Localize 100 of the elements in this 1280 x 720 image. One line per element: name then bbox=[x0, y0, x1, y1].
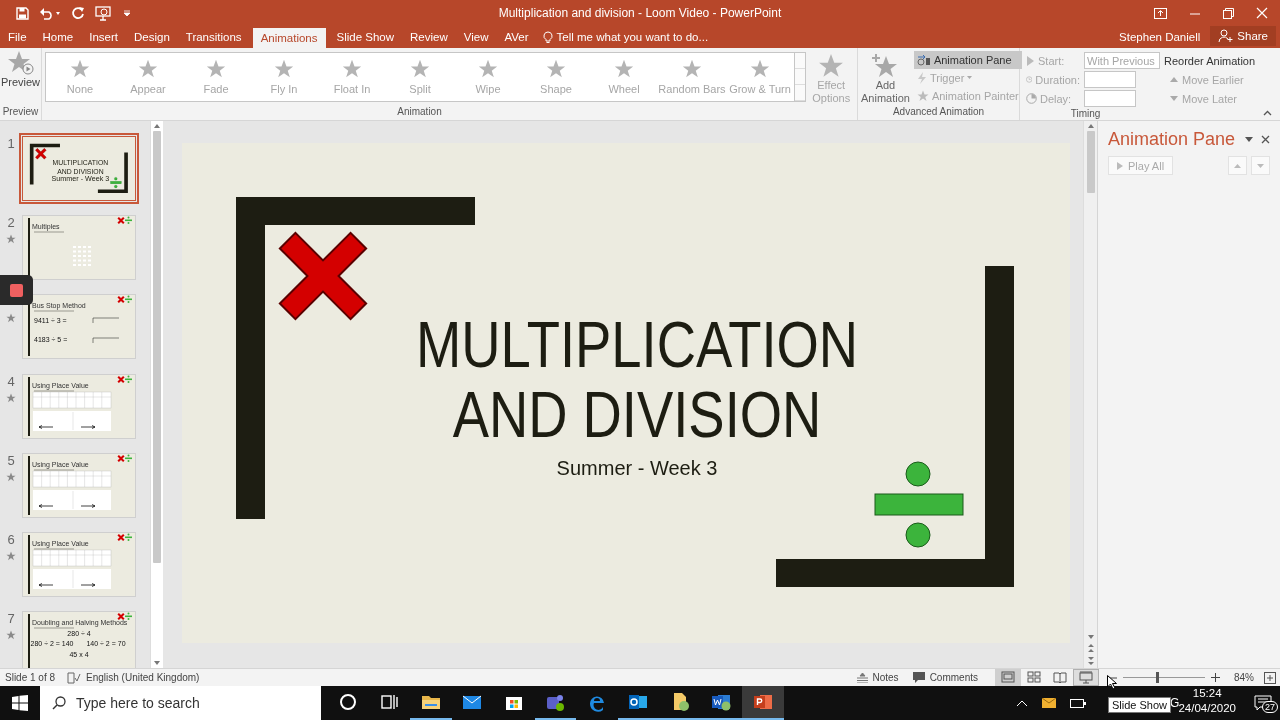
comments-button[interactable]: Comments bbox=[912, 672, 978, 683]
delay-field[interactable] bbox=[1084, 90, 1136, 107]
teams-icon bbox=[545, 692, 566, 712]
undo-icon[interactable] bbox=[39, 6, 61, 20]
user-name[interactable]: Stephen Daniell bbox=[1119, 26, 1211, 48]
bullet-line bbox=[34, 627, 74, 629]
cross-icon bbox=[117, 613, 125, 621]
cross-icon bbox=[117, 454, 125, 462]
slide-number: 6 bbox=[7, 531, 15, 547]
zoom-level[interactable]: 84% bbox=[1234, 672, 1254, 683]
star-icon bbox=[6, 392, 16, 403]
outlook-icon bbox=[628, 692, 649, 712]
up-triangle-icon bbox=[1234, 163, 1241, 168]
spellcheck-icon[interactable] bbox=[67, 671, 82, 684]
person-add-icon bbox=[1218, 29, 1234, 43]
fit-to-window-icon[interactable] bbox=[1264, 671, 1276, 684]
ribbon-tab[interactable]: Animations bbox=[252, 28, 326, 48]
collapse-ribbon-icon[interactable] bbox=[1263, 110, 1272, 116]
scroll-thumb[interactable] bbox=[153, 131, 161, 563]
slide-subtitle: Summer - Week 3 bbox=[556, 457, 718, 479]
pane-icon bbox=[916, 54, 931, 66]
slideshow-view-icon bbox=[1079, 671, 1093, 684]
cross-icon bbox=[35, 148, 47, 160]
battery-icon[interactable] bbox=[1070, 698, 1087, 708]
bullet-line bbox=[34, 310, 74, 312]
mail-icon[interactable] bbox=[1042, 698, 1057, 708]
gallery-scrollbar[interactable] bbox=[795, 52, 807, 102]
delay-label: Delay: bbox=[1026, 92, 1080, 105]
lightning-icon bbox=[916, 72, 927, 84]
customize-caret-icon[interactable] bbox=[123, 9, 131, 17]
ribbon-tab[interactable]: Home bbox=[34, 26, 82, 48]
scrollbar[interactable] bbox=[1083, 121, 1097, 668]
timer-icon bbox=[1026, 93, 1037, 104]
date: 24/04/2020 bbox=[1178, 702, 1236, 716]
presentation-icon[interactable] bbox=[95, 5, 113, 21]
window-title: Multiplication and division - Loom Video - PowerPoint bbox=[498, 6, 782, 20]
notes-button[interactable]: Notes bbox=[856, 672, 899, 683]
clock[interactable]: 15:24 24/04/2020 bbox=[1178, 686, 1236, 720]
ribbon-display-icon[interactable] bbox=[1154, 7, 1167, 19]
repeat-icon[interactable] bbox=[71, 6, 85, 20]
ribbon-tab[interactable]: Insert bbox=[81, 26, 126, 48]
slider-thumb[interactable] bbox=[1156, 672, 1160, 683]
divide-icon bbox=[125, 533, 132, 542]
windows-icon bbox=[12, 695, 28, 711]
slide-title: AND DIVISION bbox=[452, 378, 822, 451]
ribbon-tab[interactable]: File bbox=[0, 26, 35, 48]
star-icon bbox=[682, 59, 702, 79]
star-icon bbox=[70, 59, 90, 79]
tell-me-field[interactable]: Tell me what you want to do... bbox=[542, 26, 709, 48]
search-field[interactable]: Type here to search bbox=[40, 686, 321, 720]
slide-number: 7 bbox=[7, 611, 15, 627]
ribbon-tab[interactable]: Transitions bbox=[177, 26, 250, 48]
chevron-up-icon[interactable] bbox=[1016, 699, 1029, 707]
accent-bar bbox=[28, 534, 30, 594]
cross-icon bbox=[117, 217, 125, 225]
add-animation-button[interactable]: Add Animation bbox=[861, 51, 910, 105]
tooltip: Slide Show bbox=[1108, 697, 1172, 713]
ribbon-tab[interactable]: Design bbox=[126, 26, 178, 48]
scrollbar[interactable] bbox=[150, 121, 163, 668]
accent-bar bbox=[28, 218, 30, 278]
view-button[interactable] bbox=[1073, 669, 1099, 686]
star-icon bbox=[6, 471, 16, 482]
star-icon bbox=[818, 53, 845, 79]
cross-icon bbox=[117, 533, 125, 541]
star-icon bbox=[410, 59, 430, 79]
language-indicator[interactable]: English (United Kingdom) bbox=[86, 672, 200, 683]
notification-button[interactable]: 27 bbox=[1254, 686, 1280, 720]
share-button[interactable]: Share bbox=[1210, 26, 1276, 46]
previous-slide-icon[interactable] bbox=[1086, 642, 1095, 654]
star-icon bbox=[6, 313, 16, 324]
star-icon bbox=[6, 550, 16, 561]
input-language-indicator[interactable]: G bbox=[1170, 696, 1180, 710]
pane-options-icon[interactable] bbox=[1245, 137, 1253, 142]
word-icon bbox=[711, 692, 732, 712]
close-icon[interactable] bbox=[1261, 135, 1270, 144]
animation-pane-button[interactable]: Animation Pane bbox=[913, 51, 1022, 69]
accent-bar bbox=[28, 376, 30, 436]
slide-counter: Slide 1 of 8 bbox=[4, 672, 56, 683]
ribbon-tab[interactable]: AVer bbox=[496, 26, 537, 48]
star-icon bbox=[342, 59, 362, 79]
restore-icon[interactable] bbox=[1223, 7, 1234, 19]
preview-button[interactable]: Preview bbox=[0, 48, 41, 89]
accent-bar bbox=[28, 614, 30, 668]
notes-icon bbox=[856, 672, 868, 683]
lightbulb-icon bbox=[542, 30, 553, 44]
scroll-thumb[interactable] bbox=[1086, 131, 1095, 193]
star-icon bbox=[478, 59, 498, 79]
ribbon-tab[interactable]: Review bbox=[402, 26, 456, 48]
save-icon[interactable] bbox=[16, 6, 29, 20]
star-icon bbox=[916, 90, 929, 102]
next-slide-icon[interactable] bbox=[1086, 654, 1095, 668]
duration-field[interactable] bbox=[1084, 71, 1136, 88]
group-label: Advanced Animation bbox=[891, 106, 986, 119]
play-icon bbox=[1026, 55, 1035, 66]
zoom-in-icon[interactable] bbox=[1211, 673, 1220, 682]
ribbon-tab[interactable]: Slide Show bbox=[328, 26, 403, 48]
star-icon bbox=[206, 59, 226, 79]
stop-recording-button[interactable] bbox=[0, 275, 33, 305]
ribbon-tab[interactable]: View bbox=[455, 26, 497, 48]
star-icon bbox=[6, 234, 16, 245]
